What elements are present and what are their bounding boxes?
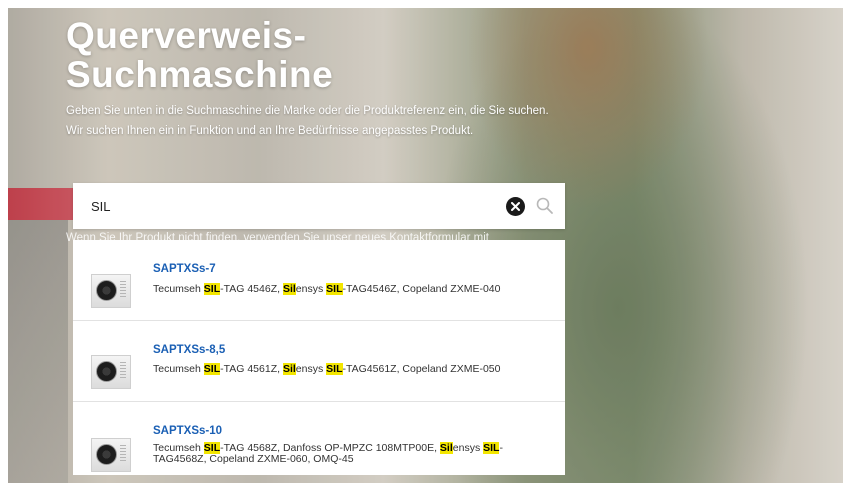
- result-text: ensys: [295, 283, 327, 295]
- result-description: Tecumseh SIL-TAG 4568Z, Danfoss OP-MPZC …: [153, 442, 553, 465]
- page-title: Querverweis-Suchmaschine: [66, 15, 334, 95]
- match-highlight: Sil: [439, 442, 453, 454]
- search-result-item[interactable]: SAPTXSs-8,5 Tecumseh SIL-TAG 4561Z, Sile…: [73, 321, 565, 402]
- match-highlight: Sil: [282, 283, 296, 295]
- product-thumbnail: [91, 355, 131, 389]
- result-text: Tecumseh: [153, 283, 204, 295]
- search-input[interactable]: [91, 196, 471, 216]
- result-text: -TAG4546Z, Copeland ZXME-040: [342, 283, 501, 295]
- result-text: -TAG 4546Z,: [220, 283, 283, 295]
- match-highlight: Sil: [282, 363, 296, 375]
- match-highlight: SIL: [326, 283, 343, 295]
- search-result-item[interactable]: SAPTXSs-10 Tecumseh SIL-TAG 4568Z, Danfo…: [73, 402, 565, 475]
- result-description: Tecumseh SIL-TAG 4546Z, Silensys SIL-TAG…: [153, 283, 553, 295]
- result-text: ensys: [452, 442, 484, 454]
- match-highlight: SIL: [203, 363, 221, 375]
- result-title[interactable]: SAPTXSs-8,5: [153, 344, 225, 356]
- search-results-dropdown: SAPTXSs-7 Tecumseh SIL-TAG 4546Z, Silens…: [73, 240, 565, 475]
- product-thumbnail: [91, 274, 131, 308]
- result-text: -TAG 4561Z,: [220, 363, 283, 375]
- match-highlight: SIL: [326, 363, 343, 375]
- match-highlight: SIL: [483, 442, 500, 454]
- result-title[interactable]: SAPTXSs-10: [153, 425, 222, 437]
- result-description: Tecumseh SIL-TAG 4561Z, Silensys SIL-TAG…: [153, 363, 553, 375]
- result-text: -TAG4561Z, Copeland ZXME-050: [342, 363, 501, 375]
- search-box: [73, 183, 565, 229]
- result-title[interactable]: SAPTXSs-7: [153, 263, 216, 275]
- search-result-item[interactable]: SAPTXSs-7 Tecumseh SIL-TAG 4546Z, Silens…: [73, 240, 565, 321]
- page-description: Geben Sie unten in die Suchmaschine die …: [66, 105, 549, 137]
- result-text: Tecumseh: [153, 363, 204, 375]
- close-circle-icon[interactable]: [506, 197, 525, 216]
- result-text: ensys: [295, 363, 327, 375]
- product-thumbnail: [91, 438, 131, 472]
- match-highlight: SIL: [203, 283, 221, 295]
- search-icon[interactable]: [535, 196, 555, 216]
